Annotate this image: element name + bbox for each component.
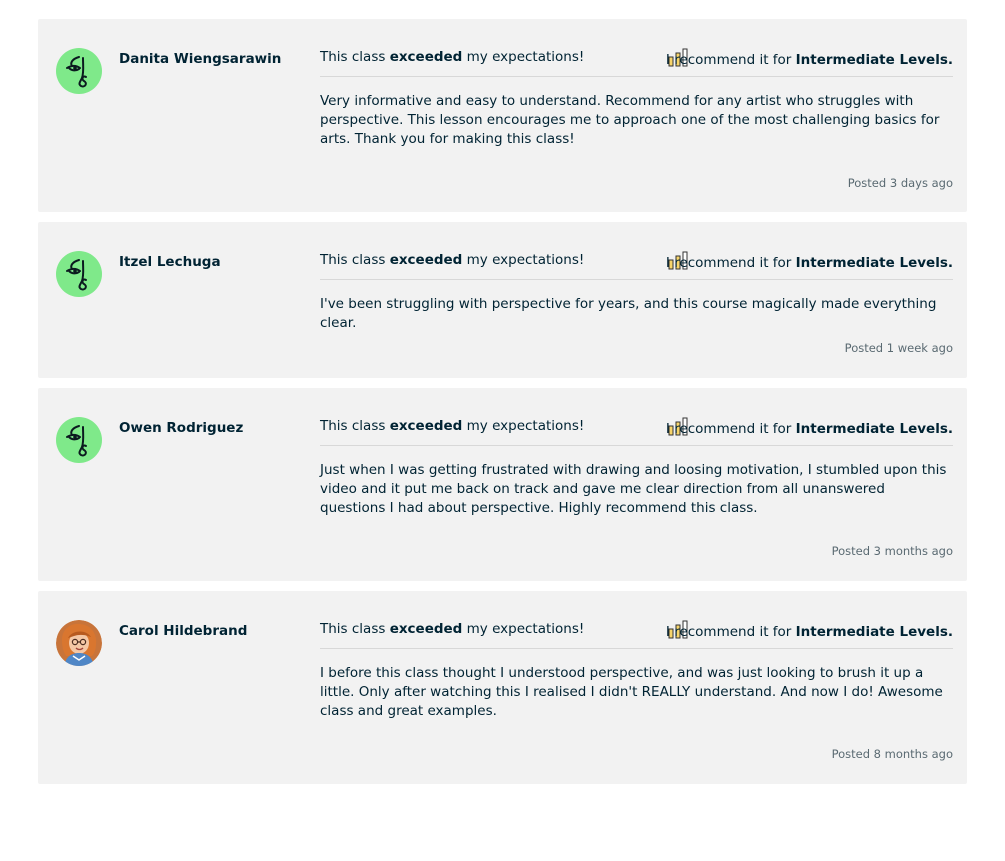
reviewer-name[interactable]: Owen Rodriguez (119, 420, 243, 436)
review-text: Just when I was getting frustrated with … (320, 462, 947, 516)
user-photo-icon (56, 620, 102, 666)
review-card: Owen Rodriguez This class exceeded my ex… (38, 388, 967, 581)
expectation-text: This class exceeded my expectations! (320, 621, 585, 637)
posted-date: Posted 1 week ago (844, 341, 953, 355)
review-body: This class exceeded my expectations! I r… (320, 417, 953, 518)
avatar[interactable] (56, 417, 102, 463)
expectation-text: This class exceeded my expectations! (320, 418, 585, 434)
review-text: Very informative and easy to understand.… (320, 93, 940, 147)
avatar[interactable] (56, 251, 102, 297)
level-text: I recommend it for Intermediate Levels. (665, 421, 953, 437)
review-text: I before this class thought I understood… (320, 665, 943, 719)
review-text: I've been struggling with perspective fo… (320, 296, 937, 331)
reviewer-name[interactable]: Carol Hildebrand (119, 623, 247, 639)
review-body: This class exceeded my expectations! I r… (320, 251, 953, 333)
face-sketch-icon (66, 56, 87, 88)
face-sketch-icon (66, 425, 87, 457)
review-header: This class exceeded my expectations! I r… (320, 620, 953, 649)
review-header: This class exceeded my expectations! I r… (320, 48, 953, 77)
posted-date: Posted 3 months ago (831, 544, 953, 558)
level-text: I recommend it for Intermediate Levels. (665, 52, 953, 68)
level-text: I recommend it for Intermediate Levels. (665, 255, 953, 271)
review-card: Carol Hildebrand This class exceeded my … (38, 591, 967, 784)
avatar[interactable] (56, 48, 102, 94)
avatar[interactable] (56, 620, 102, 666)
expectation-text: This class exceeded my expectations! (320, 252, 585, 268)
posted-date: Posted 8 months ago (831, 747, 953, 761)
expectation-text: This class exceeded my expectations! (320, 49, 585, 65)
review-header: This class exceeded my expectations! I r… (320, 251, 953, 280)
posted-date: Posted 3 days ago (847, 176, 953, 190)
review-header: This class exceeded my expectations! I r… (320, 417, 953, 446)
review-body: This class exceeded my expectations! I r… (320, 620, 953, 721)
reviewer-name[interactable]: Itzel Lechuga (119, 254, 221, 270)
review-list: Danita Wiengsarawin This class exceeded … (38, 19, 967, 794)
reviewer-name[interactable]: Danita Wiengsarawin (119, 51, 281, 67)
review-body: This class exceeded my expectations! I r… (320, 48, 953, 149)
review-card: Danita Wiengsarawin This class exceeded … (38, 19, 967, 212)
face-sketch-icon (66, 259, 87, 291)
level-text: I recommend it for Intermediate Levels. (665, 624, 953, 640)
review-card: Itzel Lechuga This class exceeded my exp… (38, 222, 967, 378)
